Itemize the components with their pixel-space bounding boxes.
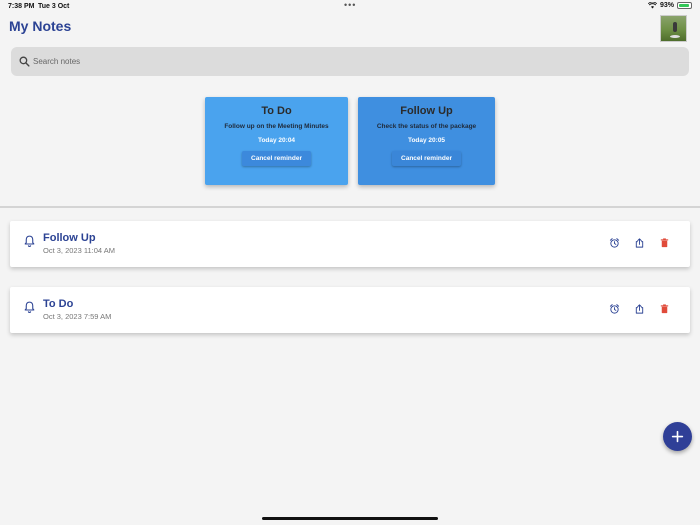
note-date: Oct 3, 2023 7:59 AM [43, 312, 112, 321]
alarm-icon[interactable] [609, 237, 620, 249]
reminder-time: Today 20:04 [257, 137, 296, 144]
battery-level [679, 4, 690, 7]
share-icon[interactable] [634, 237, 645, 249]
reminder-title: To Do [261, 105, 292, 117]
alarm-icon[interactable] [609, 303, 620, 315]
status-right: 93% [647, 2, 692, 9]
battery-percent: 93% [659, 2, 674, 9]
note-actions [609, 303, 670, 315]
note-actions [609, 237, 670, 249]
search-icon [19, 56, 30, 67]
multitasking-dots[interactable]: ••• [344, 0, 356, 10]
reminder-description: Follow up on the Meeting Minutes [224, 123, 329, 130]
home-indicator[interactable] [262, 517, 438, 520]
avatar[interactable] [660, 15, 687, 42]
reminder-time: Today 20:05 [407, 137, 446, 144]
note-date: Oct 3, 2023 11:04 AM [43, 246, 115, 255]
reminder-card: To Do Follow up on the Meeting Minutes T… [205, 97, 348, 185]
share-icon[interactable] [634, 303, 645, 315]
reminder-title: Follow Up [400, 105, 453, 117]
note-item[interactable]: To Do Oct 3, 2023 7:59 AM [10, 287, 690, 333]
search-bar[interactable] [11, 47, 689, 76]
reminder-card: Follow Up Check the status of the packag… [358, 97, 495, 185]
cancel-reminder-button[interactable]: Cancel reminder [392, 151, 461, 166]
bell-icon [24, 235, 35, 247]
note-title: Follow Up [43, 232, 96, 244]
trash-icon[interactable] [659, 303, 670, 315]
plus-icon [671, 430, 684, 443]
reminder-description: Check the status of the package [376, 123, 477, 130]
divider [0, 206, 700, 208]
search-input[interactable] [33, 47, 673, 76]
bell-icon [24, 301, 35, 313]
status-time: 7:38 PM [8, 3, 35, 10]
page-title: My Notes [9, 18, 72, 34]
cancel-reminder-button[interactable]: Cancel reminder [242, 151, 311, 166]
add-note-button[interactable] [663, 422, 692, 451]
note-title: To Do [43, 298, 74, 310]
status-date: Tue 3 Oct [38, 3, 70, 10]
wifi-icon [647, 2, 657, 9]
trash-icon[interactable] [659, 237, 670, 249]
note-item[interactable]: Follow Up Oct 3, 2023 11:04 AM [10, 221, 690, 267]
battery-icon [677, 2, 692, 9]
status-bar: 7:38 PM Tue 3 Oct ••• 93% [0, 0, 700, 13]
